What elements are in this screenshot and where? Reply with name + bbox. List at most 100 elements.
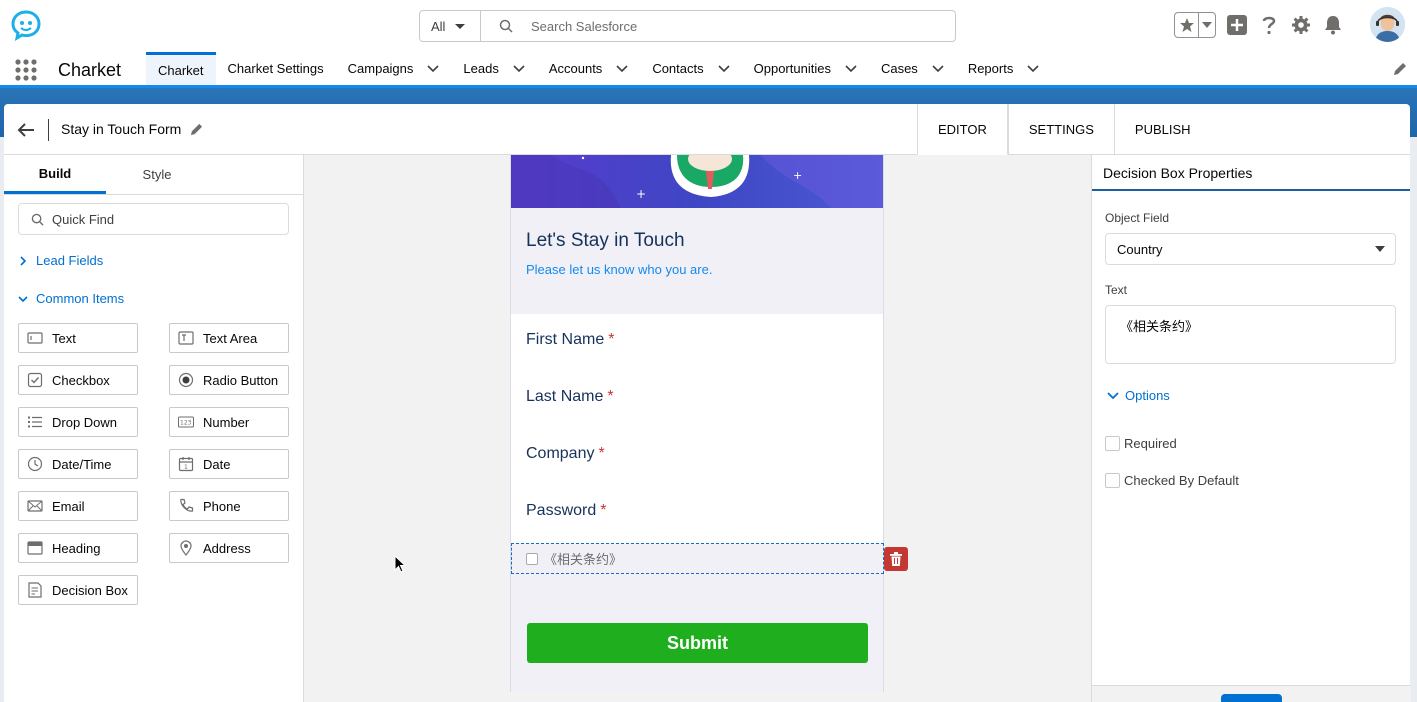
field-item-label: Date bbox=[203, 456, 231, 472]
chevron-down-icon bbox=[18, 295, 28, 302]
pencil-icon[interactable] bbox=[1393, 62, 1407, 76]
decision-box-field[interactable]: 《相关条约》 bbox=[511, 543, 884, 574]
common-items-toggle[interactable]: Common Items bbox=[18, 291, 124, 306]
chevron-down-icon[interactable] bbox=[1027, 64, 1039, 73]
chevron-down-icon[interactable] bbox=[513, 64, 525, 73]
nav-tab-charket[interactable]: Charket bbox=[146, 52, 216, 85]
form-field-label: Last Name bbox=[526, 388, 604, 405]
search-scope-select[interactable]: All bbox=[420, 11, 481, 41]
required-asterisk: * bbox=[608, 331, 615, 348]
tab-editor[interactable]: EDITOR bbox=[917, 104, 1008, 155]
setup-button[interactable] bbox=[1290, 14, 1312, 36]
field-item-drop-down[interactable]: Drop Down bbox=[18, 407, 138, 437]
chevron-down-icon[interactable] bbox=[718, 64, 730, 73]
chevron-down-icon[interactable] bbox=[932, 64, 944, 73]
tab-style[interactable]: Style bbox=[106, 155, 208, 194]
properties-title: Decision Box Properties bbox=[1092, 155, 1410, 191]
global-create-button[interactable] bbox=[1226, 14, 1248, 36]
bell-icon bbox=[1325, 16, 1341, 35]
field-item-heading[interactable]: Heading bbox=[18, 533, 138, 563]
nav-tab-accounts[interactable]: Accounts bbox=[537, 52, 640, 85]
global-search[interactable]: All Search Salesforce bbox=[419, 10, 956, 42]
tab-build[interactable]: Build bbox=[4, 155, 106, 194]
favorites-dropdown-button[interactable] bbox=[1199, 13, 1215, 37]
properties-footer bbox=[1092, 685, 1411, 702]
field-item-label: Phone bbox=[203, 498, 241, 514]
chevron-right-icon bbox=[20, 255, 27, 266]
chevron-down-icon bbox=[455, 24, 466, 29]
favorites-button-group[interactable] bbox=[1174, 12, 1216, 38]
gear-icon bbox=[1292, 16, 1310, 34]
options-toggle[interactable]: Options bbox=[1107, 388, 1170, 403]
nav-tab-contacts[interactable]: Contacts bbox=[640, 52, 741, 85]
nav-tab-label: Charket Settings bbox=[227, 61, 324, 76]
tab-publish[interactable]: PUBLISH bbox=[1113, 104, 1211, 155]
delete-field-button[interactable] bbox=[884, 547, 908, 571]
search-input[interactable]: Search Salesforce bbox=[481, 11, 955, 41]
field-item-radio-button[interactable]: Radio Button bbox=[169, 365, 289, 395]
field-item-label: Address bbox=[203, 540, 251, 556]
form-field-password[interactable]: Password * bbox=[526, 502, 606, 520]
nav-tab-reports[interactable]: Reports bbox=[956, 52, 1052, 85]
radio-button-icon bbox=[178, 372, 194, 388]
search-placeholder: Search Salesforce bbox=[531, 18, 638, 34]
nav-tab-charket-settings[interactable]: Charket Settings bbox=[216, 52, 336, 85]
quick-find-placeholder: Quick Find bbox=[52, 211, 115, 227]
decision-checkbox[interactable] bbox=[526, 552, 538, 565]
object-field-select[interactable]: Country bbox=[1105, 233, 1396, 265]
form-field-last-name[interactable]: Last Name * bbox=[526, 388, 614, 406]
chevron-down-icon[interactable] bbox=[427, 64, 439, 73]
nav-tab-cases[interactable]: Cases bbox=[869, 52, 956, 85]
field-item-date-time[interactable]: Date/Time bbox=[18, 449, 138, 479]
form-editor-card: Stay in Touch Form EDITOR SETTINGS PUBLISH… bbox=[4, 104, 1411, 702]
field-item-number[interactable]: 123 Number bbox=[169, 407, 289, 437]
favorites-star-button[interactable] bbox=[1175, 13, 1199, 37]
form-subheading: Please let us know who you are. bbox=[526, 262, 713, 277]
plus-square-icon bbox=[1227, 15, 1247, 35]
chevron-down-icon[interactable] bbox=[845, 64, 857, 73]
form-field-first-name[interactable]: First Name * bbox=[526, 331, 614, 349]
form-preview: + + Let's Stay in Touch Please let us kn… bbox=[510, 155, 884, 692]
form-field-company[interactable]: Company * bbox=[526, 445, 605, 463]
field-item-date[interactable]: 1 Date bbox=[169, 449, 289, 479]
field-item-text[interactable]: Text bbox=[18, 323, 138, 353]
required-asterisk: * bbox=[598, 445, 605, 462]
nav-tab-label: Reports bbox=[967, 61, 1014, 76]
nav-items: Charket Charket Settings Campaigns Leads Acc… bbox=[146, 52, 1051, 85]
field-item-decision-box[interactable]: Decision Box bbox=[18, 575, 138, 605]
checked-default-checkbox[interactable] bbox=[1105, 473, 1120, 488]
app-name: Charket bbox=[58, 60, 122, 80]
checked-default-checkbox-row[interactable]: Checked By Default bbox=[1105, 473, 1239, 488]
nav-tab-campaigns[interactable]: Campaigns bbox=[336, 52, 452, 85]
search-icon bbox=[31, 213, 44, 226]
field-item-address[interactable]: Address bbox=[169, 533, 289, 563]
help-button[interactable] bbox=[1258, 14, 1280, 36]
nav-tab-leads[interactable]: Leads bbox=[451, 52, 536, 85]
submit-button[interactable]: Submit bbox=[527, 623, 868, 663]
field-item-email[interactable]: Email bbox=[18, 491, 138, 521]
field-item-checkbox[interactable]: Checkbox bbox=[18, 365, 138, 395]
app-launcher-icon[interactable] bbox=[14, 58, 38, 82]
lead-fields-toggle[interactable]: Lead Fields bbox=[18, 253, 103, 268]
form-heading: Let's Stay in Touch bbox=[526, 230, 685, 251]
required-checkbox-row[interactable]: Required bbox=[1105, 436, 1177, 451]
svg-text:+: + bbox=[636, 187, 646, 201]
chevron-down-icon[interactable] bbox=[616, 64, 628, 73]
user-avatar[interactable] bbox=[1370, 7, 1405, 42]
nav-tab-opportunities[interactable]: Opportunities bbox=[742, 52, 869, 85]
save-properties-button[interactable] bbox=[1221, 694, 1282, 702]
field-item-text-area[interactable]: Text Area bbox=[169, 323, 289, 353]
charket-logo-icon[interactable] bbox=[10, 9, 42, 41]
notifications-button[interactable] bbox=[1322, 14, 1344, 36]
tab-settings[interactable]: SETTINGS bbox=[1007, 104, 1114, 155]
required-checkbox[interactable] bbox=[1105, 436, 1120, 451]
search-scope-label: All bbox=[431, 18, 446, 34]
back-arrow-icon[interactable] bbox=[16, 120, 36, 140]
quick-find-input[interactable]: Quick Find bbox=[18, 203, 289, 235]
text-textarea[interactable]: 《相关条约》 bbox=[1105, 305, 1396, 364]
field-item-label: Drop Down bbox=[52, 414, 118, 430]
field-item-phone[interactable]: Phone bbox=[169, 491, 289, 521]
decision-text: 《相关条约》 bbox=[544, 552, 623, 567]
pencil-icon[interactable] bbox=[190, 123, 203, 136]
nav-tab-label: Campaigns bbox=[347, 61, 414, 76]
